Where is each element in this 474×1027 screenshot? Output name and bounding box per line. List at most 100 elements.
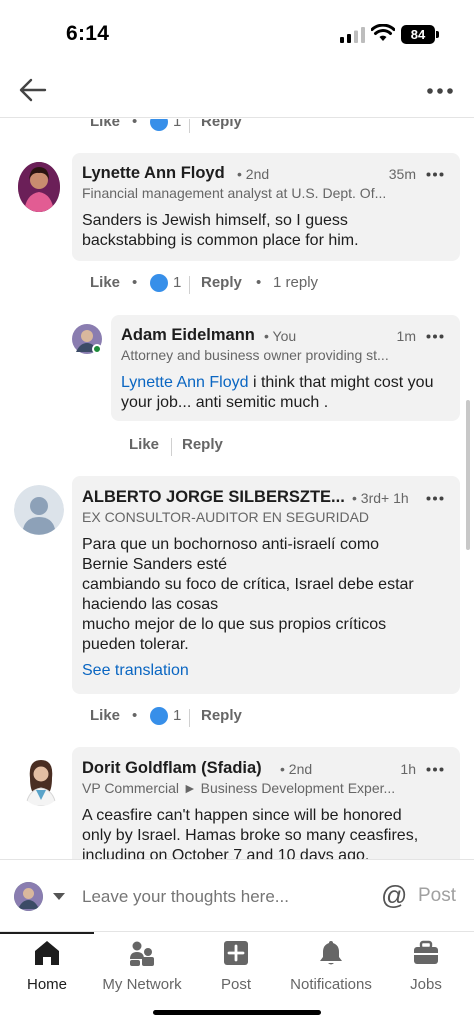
avatar[interactable] xyxy=(18,162,60,212)
comment-composer: @ Post xyxy=(0,859,474,931)
comment-time: 1h xyxy=(400,761,416,777)
commenter-headline: VP Commercial ► Business Development Exp… xyxy=(82,780,396,796)
separator-dot: • xyxy=(256,274,262,291)
commenter-headline: EX CONSULTOR-AUDITOR EN SEGURIDAD xyxy=(82,509,370,525)
post-button[interactable]: Post xyxy=(418,885,456,907)
connection-degree: • 3rd+ 1h xyxy=(352,490,409,506)
separator-dot: • xyxy=(132,119,138,130)
replies-count-link[interactable]: 1 reply xyxy=(273,274,318,291)
wifi-icon xyxy=(371,24,395,41)
avatar[interactable] xyxy=(14,485,64,535)
tab-notifications[interactable]: Notifications xyxy=(283,940,379,996)
avatar-photo xyxy=(18,162,60,212)
mention-at-button[interactable]: @ xyxy=(381,880,407,911)
avatar-photo xyxy=(14,882,43,911)
divider xyxy=(189,119,190,133)
avatar[interactable] xyxy=(18,756,64,806)
comment-line: Bernie Sanders esté xyxy=(82,556,227,573)
comment-actions: Like • 1 Reply xyxy=(90,707,290,729)
like-button[interactable]: Like xyxy=(90,119,120,130)
online-status-dot xyxy=(92,344,102,354)
comment-more-icon[interactable] xyxy=(426,172,444,177)
comment-line: mucho mejor de lo que sus propios crític… xyxy=(82,616,387,633)
tab-label: Post xyxy=(220,976,251,993)
commenter-name[interactable]: Adam Eidelmann xyxy=(121,326,255,345)
like-reaction-icon xyxy=(150,274,168,292)
reply-button[interactable]: Reply xyxy=(201,707,242,724)
reply-text: Lynette Ann Floyd i think that might cos… xyxy=(121,373,446,413)
comment-line: cambiando su foco de crítica, Israel deb… xyxy=(82,576,414,593)
comment-text: Sanders is Jewish himself, so I guess ba… xyxy=(82,212,359,249)
comment-actions-previous: Like • 1 Reply xyxy=(90,119,290,135)
comment-time: 1m xyxy=(396,328,416,344)
separator-dot: • xyxy=(132,274,138,291)
divider xyxy=(189,276,190,294)
commenter-name[interactable]: Dorit Goldflam (Sfadia) xyxy=(82,759,262,778)
tab-home[interactable]: Home xyxy=(2,940,92,996)
top-bar xyxy=(0,62,474,118)
avatar-photo xyxy=(18,756,64,806)
back-arrow-icon[interactable] xyxy=(18,76,48,104)
comment-line: only by Israel. Hamas broke so many ceas… xyxy=(82,827,419,844)
like-reaction-icon xyxy=(150,707,168,725)
tab-label: Notifications xyxy=(290,976,372,993)
commenter-headline: Financial management analyst at U.S. Dep… xyxy=(82,185,387,201)
comment-line: A ceasfire can't happen since will be ho… xyxy=(82,807,402,824)
reaction-count[interactable]: 1 xyxy=(173,707,181,724)
reaction-count[interactable]: 1 xyxy=(173,119,181,130)
network-icon xyxy=(130,941,154,966)
comment-text: A ceasfire can't happen since will be ho… xyxy=(82,806,454,859)
comment-actions: Like • 1 Reply • 1 reply xyxy=(90,274,350,296)
connection-degree: • 2nd xyxy=(280,761,313,777)
tab-label: Jobs xyxy=(410,976,442,993)
comment-line: haciendo las cosas xyxy=(82,596,219,613)
see-translation-link[interactable]: See translation xyxy=(82,661,189,681)
connection-degree: • You xyxy=(264,328,297,344)
comment-line: pueden tolerar. xyxy=(82,636,189,653)
like-button[interactable]: Like xyxy=(90,274,120,291)
home-indicator xyxy=(153,1010,321,1015)
tab-post[interactable]: Post xyxy=(196,940,276,996)
my-avatar[interactable] xyxy=(14,882,43,911)
like-button[interactable]: Like xyxy=(129,436,159,453)
tab-my-network[interactable]: My Network xyxy=(94,940,190,996)
commenter-headline: Attorney and business owner providing st… xyxy=(121,347,389,363)
divider xyxy=(171,438,172,456)
divider xyxy=(189,709,190,727)
reply-button[interactable]: Reply xyxy=(182,436,223,453)
home-icon xyxy=(35,941,59,965)
comment-more-icon[interactable] xyxy=(426,496,444,501)
battery-indicator: 84 xyxy=(401,25,435,44)
avatar-placeholder xyxy=(14,485,64,535)
tab-label: Home xyxy=(26,976,67,993)
comment-more-icon[interactable] xyxy=(426,767,444,772)
avatar[interactable] xyxy=(72,324,102,354)
reply-button[interactable]: Reply xyxy=(201,119,242,130)
active-tab-indicator xyxy=(0,932,94,934)
like-button[interactable]: Like xyxy=(90,707,120,724)
status-time: 6:14 xyxy=(66,22,110,45)
commenter-name[interactable]: Lynette Ann Floyd xyxy=(82,164,225,183)
comment-more-icon[interactable] xyxy=(426,334,444,339)
mention-link[interactable]: Lynette Ann Floyd xyxy=(121,374,249,391)
like-reaction-icon xyxy=(150,119,168,131)
cellular-signal-icon xyxy=(340,27,365,43)
comment-text: Para que un bochornoso anti-israelí como… xyxy=(82,535,452,655)
reaction-count[interactable]: 1 xyxy=(173,274,181,291)
chevron-down-icon[interactable] xyxy=(53,893,65,901)
comment-input[interactable] xyxy=(82,886,362,908)
separator-dot: • xyxy=(132,707,138,724)
plus-square-icon xyxy=(224,941,248,965)
commenter-name[interactable]: ALBERTO JORGE SILBERSZTE... xyxy=(82,488,345,507)
comment-time: 35m xyxy=(388,166,416,182)
battery-tip xyxy=(436,31,439,38)
reply-actions: Like Reply xyxy=(129,436,249,458)
more-options-icon[interactable] xyxy=(426,87,454,95)
tab-label: My Network xyxy=(102,976,182,993)
briefcase-icon xyxy=(414,940,438,964)
comment-line: including on October 7 and 10 days ago. xyxy=(82,847,370,859)
scrollbar[interactable] xyxy=(466,400,470,550)
reply-button[interactable]: Reply xyxy=(201,274,242,291)
tab-jobs[interactable]: Jobs xyxy=(392,940,460,996)
comment-line: Para que un bochornoso anti-israelí como xyxy=(82,536,380,553)
